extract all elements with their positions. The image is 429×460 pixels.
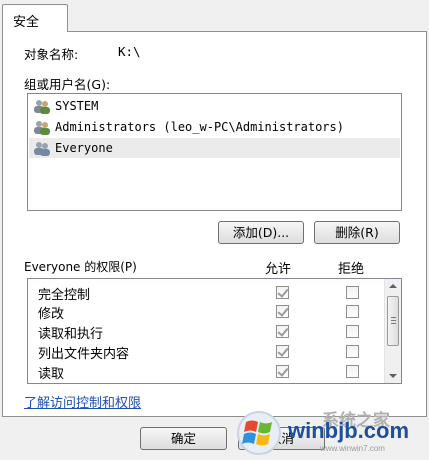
object-name-label: 对象名称: bbox=[24, 47, 79, 62]
users-icon bbox=[33, 98, 51, 114]
permissions-label: Everyone 的权限(P) bbox=[24, 260, 137, 274]
users-icon bbox=[33, 119, 51, 135]
deny-checkbox[interactable] bbox=[346, 305, 359, 318]
user-row-system[interactable]: SYSTEM bbox=[29, 96, 400, 116]
object-name-value: K:\ bbox=[118, 44, 141, 59]
deny-checkbox[interactable] bbox=[346, 365, 359, 378]
group-user-list[interactable]: SYSTEM Administrators (leo_w-PC\Administ… bbox=[27, 93, 402, 211]
permission-row: 读取和执行 bbox=[28, 321, 385, 342]
permission-row: 读取 bbox=[28, 361, 385, 382]
permission-name: 列出文件夹内容 bbox=[38, 347, 130, 362]
permission-name: 读取 bbox=[38, 367, 65, 382]
permissions-scrollbar[interactable] bbox=[384, 279, 401, 383]
user-name: Everyone bbox=[55, 141, 113, 155]
allow-checkbox[interactable] bbox=[276, 325, 289, 338]
watermark-url: www.winwin7.com bbox=[320, 444, 385, 453]
deny-checkbox[interactable] bbox=[346, 345, 359, 358]
user-name: Administrators (leo_w-PC\Administrators) bbox=[55, 120, 344, 134]
scroll-thumb[interactable] bbox=[387, 296, 399, 346]
access-control-help-link[interactable]: 了解访问控制和权限 bbox=[24, 392, 141, 411]
ok-button[interactable]: 确定 bbox=[140, 427, 227, 450]
permissions-list[interactable]: 完全控制 修改 读取和执行 列出文件夹内容 读取 bbox=[27, 278, 402, 384]
user-row-administrators[interactable]: Administrators (leo_w-PC\Administrators) bbox=[29, 117, 400, 137]
permission-row: 完全控制 bbox=[28, 282, 385, 303]
permission-row: 列出文件夹内容 bbox=[28, 341, 385, 362]
add-button[interactable]: 添加(D)... bbox=[218, 221, 304, 244]
cancel-button[interactable]: 取消 bbox=[238, 427, 325, 450]
allow-checkbox[interactable] bbox=[276, 365, 289, 378]
users-icon bbox=[33, 140, 51, 156]
permission-row: 修改 bbox=[28, 301, 385, 322]
deny-column-header: 拒绝 bbox=[338, 262, 365, 277]
user-name: SYSTEM bbox=[55, 99, 99, 113]
permission-name: 修改 bbox=[38, 307, 65, 322]
remove-button[interactable]: 删除(R) bbox=[314, 221, 400, 244]
scroll-up-arrow-icon[interactable] bbox=[389, 284, 397, 288]
scroll-down-arrow-icon[interactable] bbox=[389, 374, 397, 378]
permission-name: 读取和执行 bbox=[38, 327, 104, 342]
allow-column-header: 允许 bbox=[265, 262, 292, 277]
allow-checkbox[interactable] bbox=[276, 305, 289, 318]
allow-checkbox[interactable] bbox=[276, 345, 289, 358]
user-row-everyone[interactable]: Everyone bbox=[29, 138, 400, 158]
tab-security[interactable]: 安全 bbox=[2, 4, 68, 32]
deny-checkbox[interactable] bbox=[346, 286, 359, 299]
allow-checkbox[interactable] bbox=[276, 286, 289, 299]
group-or-user-label: 组或用户名(G): bbox=[24, 77, 111, 92]
deny-checkbox[interactable] bbox=[346, 325, 359, 338]
